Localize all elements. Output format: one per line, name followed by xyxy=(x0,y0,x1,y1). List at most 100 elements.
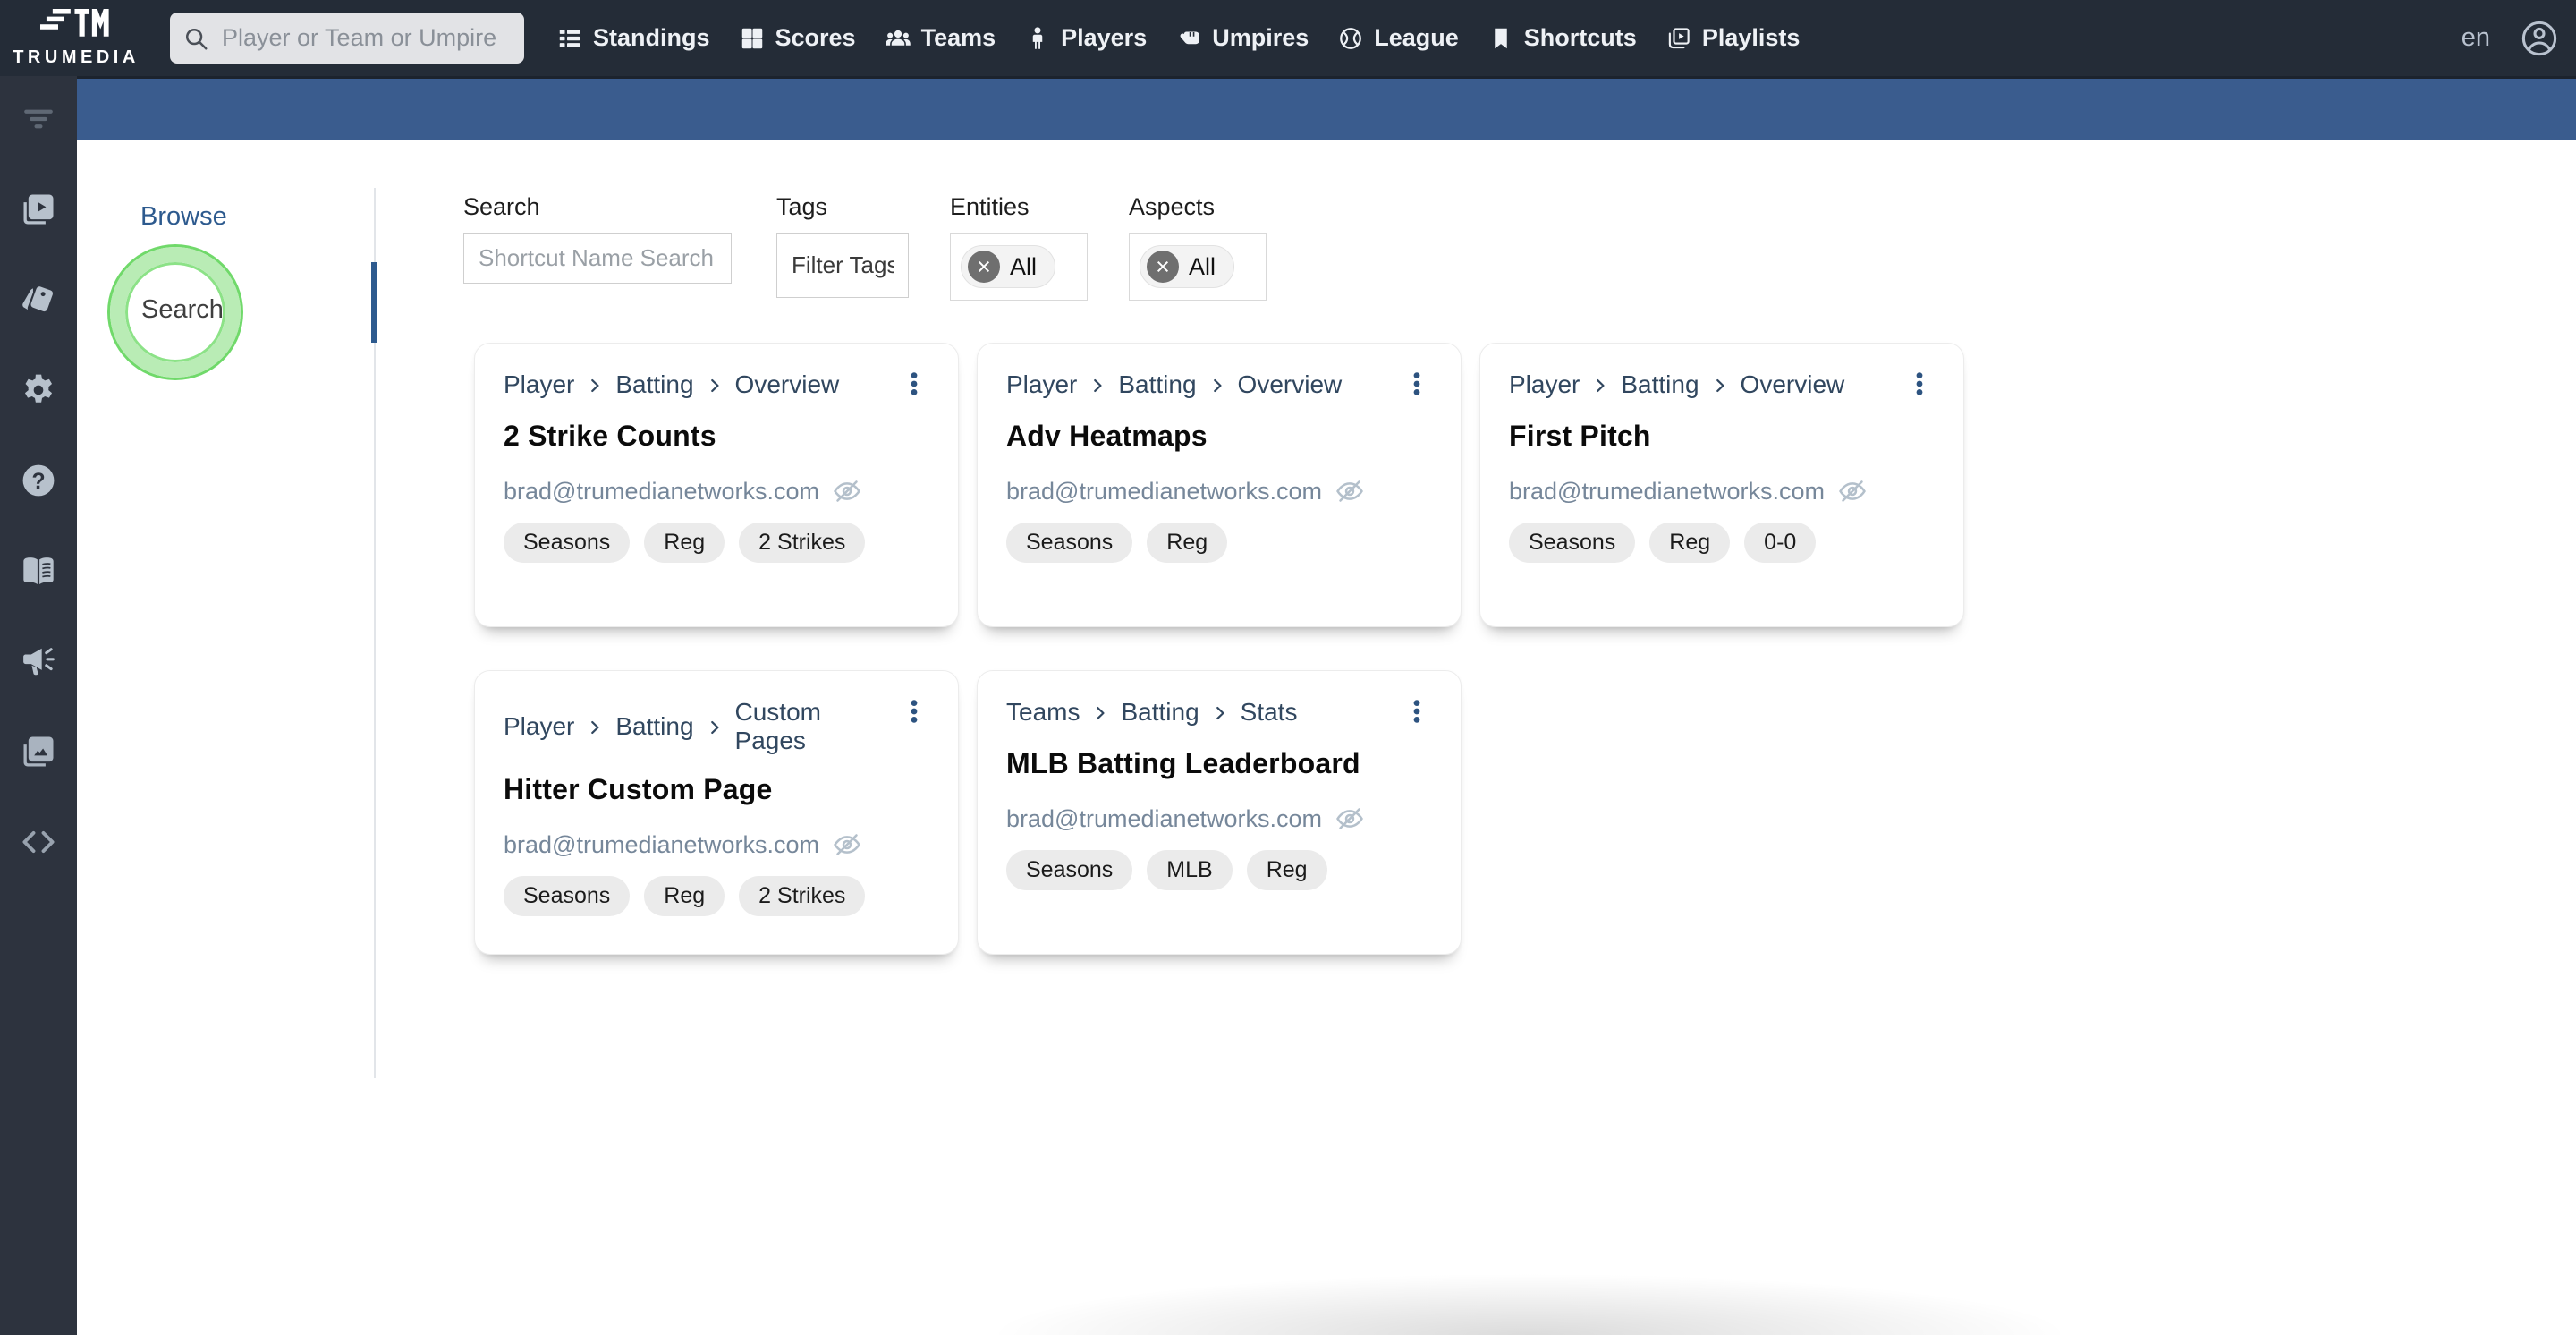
tag-pill: Reg xyxy=(1246,850,1327,890)
card-tags: Seasons Reg 2 Strikes xyxy=(504,876,929,916)
shortcut-card[interactable]: Teams Batting Stats MLB Batting Leaderboar… xyxy=(977,670,1462,955)
aspects-filter-label: Aspects xyxy=(1129,193,1216,220)
nav-item-league[interactable]: League xyxy=(1337,24,1459,52)
aspects-chip-label: All xyxy=(1189,252,1216,280)
nav-item-umpires[interactable]: Umpires xyxy=(1175,24,1309,52)
breadcrumb-item[interactable]: Overview xyxy=(1741,370,1845,399)
tag-pill: MLB xyxy=(1147,850,1233,890)
breadcrumb-item[interactable]: Batting xyxy=(1621,370,1699,399)
filter-tags-input[interactable] xyxy=(776,233,909,298)
sidebar-item-megaphone[interactable] xyxy=(0,642,77,681)
search-nav-item[interactable]: Search xyxy=(141,295,224,325)
shortcut-card[interactable]: Player Batting Overview First Pitch brad@t… xyxy=(1479,343,1964,627)
breadcrumb: Teams Batting Stats xyxy=(1006,698,1297,727)
chevron-right-icon xyxy=(585,376,605,395)
breadcrumb-item[interactable]: Player xyxy=(504,370,574,399)
card-owner: brad@trumedianetworks.com xyxy=(504,830,820,858)
tag-pill: Reg xyxy=(1649,523,1731,563)
sidebar-item-video-playlist[interactable] xyxy=(0,190,77,229)
card-menu-button[interactable] xyxy=(1402,369,1432,402)
tag-pill: 2 Strikes xyxy=(739,876,866,916)
breadcrumb-item[interactable]: Batting xyxy=(615,370,693,399)
tag-pill: Seasons xyxy=(504,876,631,916)
breadcrumb-item[interactable]: Player xyxy=(1006,370,1077,399)
card-title: First Pitch xyxy=(1509,420,1651,452)
browse-link[interactable]: Browse xyxy=(140,202,227,232)
account-icon[interactable] xyxy=(2519,18,2560,59)
breadcrumb: Player Batting Overview xyxy=(1509,370,1844,399)
nav-item-shortcuts[interactable]: Shortcuts xyxy=(1487,24,1637,52)
shortcut-card[interactable]: Player Batting Custom Pages Hitter Custom … xyxy=(474,670,959,955)
card-tags: Seasons Reg 2 Strikes xyxy=(504,523,929,563)
sidebar-item-tags[interactable] xyxy=(0,280,77,319)
remove-filter-icon[interactable] xyxy=(968,251,1000,283)
trumedia-logo[interactable]: TRUMEDIA xyxy=(0,0,152,76)
shortcut-card[interactable]: Player Batting Overview 2 Strike Counts br… xyxy=(474,343,959,627)
chevron-right-icon xyxy=(1090,703,1110,723)
card-title: Hitter Custom Page xyxy=(504,773,773,805)
locale-switcher[interactable]: en xyxy=(2462,23,2490,53)
nav-item-label: Standings xyxy=(593,24,710,51)
nav-item-standings[interactable]: Standings xyxy=(556,24,710,52)
chevron-right-icon xyxy=(1590,376,1610,395)
nav-item-scores[interactable]: Scores xyxy=(739,24,856,52)
card-menu-button[interactable] xyxy=(899,696,929,729)
chevron-right-icon xyxy=(585,718,605,737)
eye-slash-icon xyxy=(1335,476,1365,506)
kebab-menu-icon xyxy=(899,696,929,727)
sidebar-item-code[interactable] xyxy=(0,822,77,862)
chevron-right-icon xyxy=(705,718,724,737)
filter-group-tags: Tags xyxy=(776,193,909,298)
breadcrumb-item[interactable]: Batting xyxy=(1118,370,1196,399)
breadcrumb-item[interactable]: Stats xyxy=(1241,698,1298,727)
entities-filter-label: Entities xyxy=(950,193,1030,220)
sidebar-item-gear[interactable] xyxy=(0,370,77,410)
sidebar-item-help[interactable]: ? xyxy=(0,461,77,500)
nav-item-teams[interactable]: Teams xyxy=(885,24,996,52)
breadcrumb: Player Batting Custom Pages xyxy=(504,698,899,755)
kebab-menu-icon xyxy=(1402,369,1432,399)
sidebar-item-book[interactable] xyxy=(0,551,77,591)
card-tags: Seasons MLB Reg xyxy=(1006,850,1432,890)
card-owner: brad@trumedianetworks.com xyxy=(1006,804,1323,832)
tag-pill: 0-0 xyxy=(1744,523,1817,563)
filter-group-aspects: Aspects All xyxy=(1129,193,1267,301)
tag-pill: 2 Strikes xyxy=(739,523,866,563)
card-tags: Seasons Reg 0-0 xyxy=(1509,523,1935,563)
global-search[interactable] xyxy=(170,13,524,64)
shortcut-name-search-input[interactable] xyxy=(463,233,732,284)
shortcut-card[interactable]: Player Batting Overview Adv Heatmaps brad@… xyxy=(977,343,1462,627)
nav-item-label: Umpires xyxy=(1212,24,1309,51)
global-search-input[interactable] xyxy=(220,23,512,53)
entities-chip-label: All xyxy=(1010,252,1038,280)
kebab-menu-icon xyxy=(1402,696,1432,727)
nav-item-label: Shortcuts xyxy=(1523,24,1637,51)
breadcrumb-item[interactable]: Batting xyxy=(1121,698,1199,727)
breadcrumb-item[interactable]: Custom Pages xyxy=(735,698,899,755)
bottom-shadow xyxy=(850,1250,2209,1335)
tags-icon xyxy=(19,280,58,319)
card-menu-button[interactable] xyxy=(1402,696,1432,729)
scores-icon xyxy=(739,25,766,52)
breadcrumb-item[interactable]: Overview xyxy=(735,370,840,399)
breadcrumb-item[interactable]: Overview xyxy=(1238,370,1343,399)
nav-item-label: Playlists xyxy=(1701,24,1801,51)
breadcrumb-item[interactable]: Teams xyxy=(1006,698,1080,727)
league-icon xyxy=(1337,25,1364,52)
remove-filter-icon[interactable] xyxy=(1147,251,1179,283)
sidebar-item-filter[interactable] xyxy=(0,99,77,139)
card-owner: brad@trumedianetworks.com xyxy=(504,477,820,505)
nav-item-playlists[interactable]: Playlists xyxy=(1665,24,1801,52)
aspects-select[interactable]: All xyxy=(1129,233,1267,301)
entities-select[interactable]: All xyxy=(950,233,1088,301)
breadcrumb-item[interactable]: Batting xyxy=(615,712,693,741)
breadcrumb-item[interactable]: Player xyxy=(1509,370,1580,399)
card-header: Player Batting Custom Pages xyxy=(504,698,929,755)
nav-item-players[interactable]: Players xyxy=(1024,24,1147,52)
eye-slash-icon xyxy=(832,829,862,860)
tag-pill: Reg xyxy=(644,523,725,563)
card-menu-button[interactable] xyxy=(1904,369,1935,402)
card-menu-button[interactable] xyxy=(899,369,929,402)
sidebar-item-images[interactable] xyxy=(0,732,77,771)
breadcrumb-item[interactable]: Player xyxy=(504,712,574,741)
